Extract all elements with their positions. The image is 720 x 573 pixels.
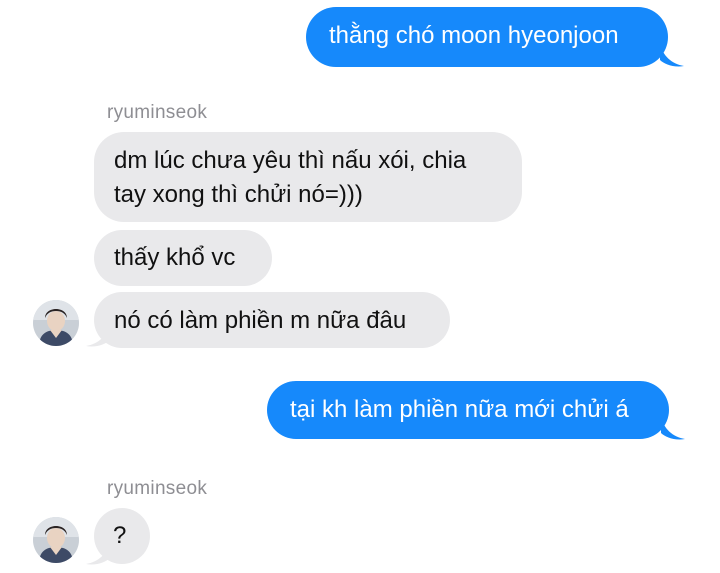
- bubble-tail: [660, 42, 684, 67]
- message-text: ?: [113, 522, 127, 549]
- incoming-message[interactable]: ?: [94, 508, 150, 564]
- sender-name: ryuminseok: [107, 102, 208, 123]
- message-text: nó có làm phiền m nữa đâu: [114, 307, 407, 334]
- message-text: thằng chó moon hyeonjoon: [329, 22, 619, 49]
- outgoing-message[interactable]: tại kh làm phiền nữa mới chửi á: [267, 381, 669, 439]
- incoming-message[interactable]: dm lúc chưa yêu thì nấu xói, chia tay xo…: [94, 132, 522, 222]
- message-text: tại kh làm phiền nữa mới chửi á: [290, 396, 629, 423]
- user-photo-icon: [33, 300, 79, 346]
- avatar[interactable]: [33, 300, 79, 346]
- user-photo-icon: [33, 517, 79, 563]
- sender-name: ryuminseok: [107, 478, 208, 499]
- outgoing-message[interactable]: thằng chó moon hyeonjoon: [306, 7, 668, 67]
- avatar[interactable]: [33, 517, 79, 563]
- bubble-tail: [661, 415, 685, 440]
- message-text-line: dm lúc chưa yêu thì nấu xói, chia: [114, 147, 467, 174]
- message-text-line: tay xong thì chửi nó=))): [114, 181, 363, 208]
- message-thread: thằng chó moon hyeonjoon ryuminseok dm l…: [0, 0, 720, 573]
- incoming-message[interactable]: nó có làm phiền m nữa đâu: [94, 292, 450, 348]
- incoming-message[interactable]: thấy khổ vc: [94, 230, 272, 286]
- message-text: thấy khổ vc: [114, 244, 236, 271]
